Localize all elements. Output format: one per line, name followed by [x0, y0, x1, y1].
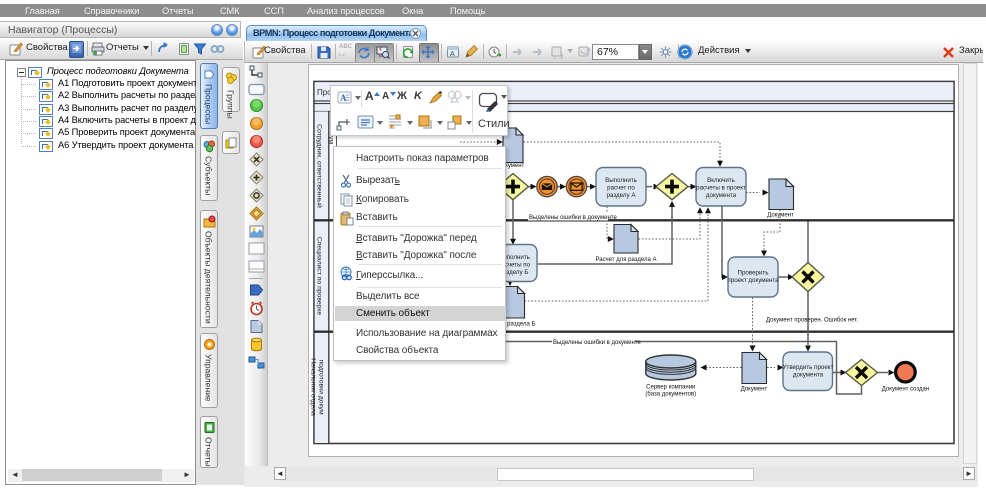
svg-text:Документ: Документ	[767, 213, 794, 219]
svg-text:Выделены ошибки в документе: Выделены ошибки в документе	[529, 215, 617, 221]
svg-text:Выделены ошибки в документе: Выделены ошибки в документе	[553, 340, 641, 346]
svg-text:Выполнитьрасчет поразделу А: Выполнитьрасчет поразделу А	[605, 177, 637, 199]
svg-text:Специалист по проверке: Специалист по проверке	[316, 237, 323, 316]
svg-text:Документ проверен. Ошибок нет.: Документ проверен. Ошибок нет.	[766, 318, 858, 324]
svg-text:ум: ум	[328, 136, 335, 144]
svg-text:Сотрудник, ответственный: Сотрудник, ответственный	[316, 124, 324, 208]
svg-text:(база документов): (база документов)	[645, 392, 696, 398]
svg-text:A: A	[450, 51, 455, 58]
svg-text:подготовки докум: подготовки докум	[318, 359, 325, 414]
svg-text:Документ создан: Документ создан	[882, 387, 929, 393]
svg-text:A: A	[340, 93, 347, 103]
svg-text:Документ: Документ	[741, 387, 768, 393]
svg-text:Сервер компании: Сервер компании	[646, 385, 695, 391]
svg-text:Расчет для раздела А: Расчет для раздела А	[595, 257, 656, 263]
svg-text:Начальник отдела: Начальник отдела	[310, 358, 317, 416]
